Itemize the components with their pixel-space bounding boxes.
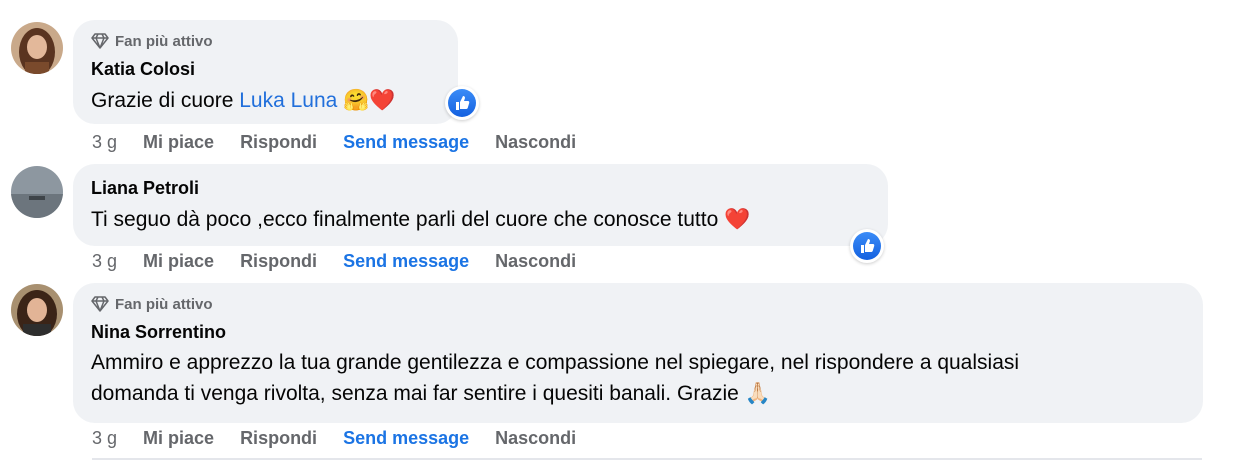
top-fan-badge: Fan più attivo [91,293,1185,315]
timestamp[interactable]: 3 g [92,132,117,153]
comment-body: Ti seguo dà poco ,ecco finalmente parli … [91,208,725,231]
hide-button[interactable]: Nascondi [495,428,576,449]
timestamp[interactable]: 3 g [92,251,117,272]
hide-button[interactable]: Nascondi [495,251,576,272]
mention-link[interactable]: Luka Luna [239,89,337,112]
avatar[interactable] [11,284,63,336]
comment-body: Grazie di cuore [91,89,240,112]
comment-bubble: Liana Petroli Ti seguo dà poco ,ecco fin… [73,164,888,246]
comment-body: domanda ti venga rivolta, senza mai far … [91,382,745,405]
reply-button[interactable]: Rispondi [240,428,317,449]
diamond-icon [91,296,109,312]
comment-body-line: Ammiro e apprezzo la tua grande gentilez… [91,351,1020,374]
avatar[interactable] [11,166,63,218]
reply-button[interactable]: Rispondi [240,132,317,153]
like-button[interactable]: Mi piace [143,132,214,153]
author-name[interactable]: Nina Sorrentino [91,320,1185,344]
emoji-reaction: ❤️ [724,207,751,231]
badge-label: Fan più attivo [115,295,213,313]
like-button[interactable]: Mi piace [143,428,214,449]
top-fan-badge: Fan più attivo [91,30,440,52]
send-message-button[interactable]: Send message [343,251,469,272]
emoji-reaction: 🤗❤️ [343,88,396,112]
avatar[interactable] [11,22,63,74]
emoji-reaction: 🙏🏻 [744,381,771,405]
comment-bubble: Fan più attivo Nina Sorrentino Ammiro e … [73,283,1203,423]
author-name[interactable]: Liana Petroli [91,176,870,200]
timestamp[interactable]: 3 g [92,428,117,449]
comment-actions: 3 g Mi piace Rispondi Send message Nasco… [92,132,602,153]
comment-text: Grazie di cuore Luka Luna 🤗❤️ [91,85,440,116]
like-button[interactable]: Mi piace [143,251,214,272]
author-name[interactable]: Katia Colosi [91,57,440,81]
comment-actions: 3 g Mi piace Rispondi Send message Nasco… [92,428,602,449]
badge-label: Fan più attivo [115,32,213,50]
like-reaction-badge[interactable] [445,86,479,120]
diamond-icon [91,33,109,49]
comment-actions: 3 g Mi piace Rispondi Send message Nasco… [92,251,602,272]
send-message-button[interactable]: Send message [343,428,469,449]
comment-body-line: domanda ti venga rivolta, senza mai far … [91,378,1185,409]
comment-text: Ammiro e apprezzo la tua grande gentilez… [91,348,1185,409]
hide-button[interactable]: Nascondi [495,132,576,153]
reply-button[interactable]: Rispondi [240,251,317,272]
comment-text: Ti seguo dà poco ,ecco finalmente parli … [91,204,870,235]
thumbs-up-icon [861,239,875,253]
thumbs-up-icon [456,96,470,110]
send-message-button[interactable]: Send message [343,132,469,153]
like-reaction-badge[interactable] [850,229,884,263]
comment-bubble: Fan più attivo Katia Colosi Grazie di cu… [73,20,458,124]
